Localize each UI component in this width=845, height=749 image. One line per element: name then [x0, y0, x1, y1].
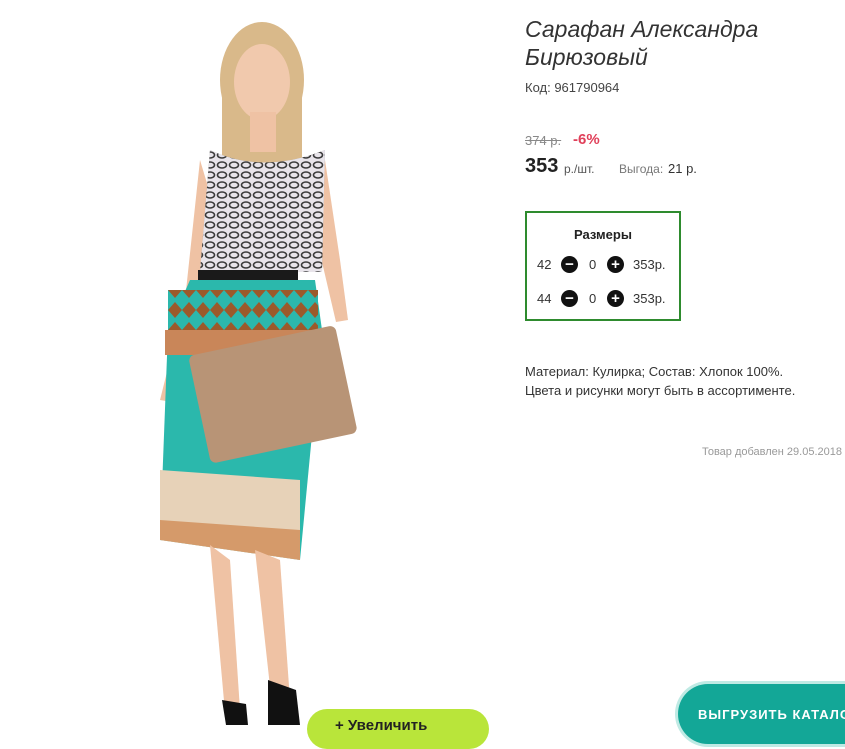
product-photo[interactable]: [0, 0, 510, 725]
size-row: 44 − 0 + 353р.: [527, 288, 679, 310]
export-catalog-button[interactable]: ВЫГРУЗИТЬ КАТАЛОГ: [678, 684, 845, 744]
plus-icon[interactable]: +: [607, 290, 624, 307]
size-label: 44: [537, 291, 552, 306]
size-row: 42 − 0 + 353р.: [527, 254, 679, 276]
sizes-panel: Размеры 42 − 0 + 353р. 44 − 0 + 353р.: [525, 211, 681, 321]
savings-value: 21 р.: [668, 161, 697, 176]
sizes-title: Размеры: [574, 227, 632, 242]
old-price: 374 р.: [525, 133, 562, 148]
minus-icon[interactable]: −: [561, 290, 578, 307]
current-price: 353: [525, 155, 559, 177]
product-code: Код: 961790964: [525, 80, 620, 95]
size-label: 42: [537, 257, 552, 272]
description-note: Цвета и рисунки могут быть в ассортимент…: [525, 383, 796, 398]
discount-badge: -6%: [573, 131, 600, 148]
price-unit: р./шт.: [564, 162, 595, 176]
model-dress-image: [160, 22, 357, 725]
quantity-value: 0: [589, 291, 597, 306]
zoom-button[interactable]: + Увеличить: [307, 709, 489, 749]
description-material: Материал: Кулирка; Состав: Хлопок 100%.: [525, 364, 784, 379]
product-description: Материал: Кулирка; Состав: Хлопок 100%. …: [525, 362, 845, 400]
size-price: 353р.: [633, 257, 666, 272]
product-title: Сарафан Александра Бирюзовый: [525, 16, 759, 70]
quantity-value: 0: [589, 257, 597, 272]
export-catalog-label: ВЫГРУЗИТЬ КАТАЛОГ: [698, 707, 845, 722]
minus-icon[interactable]: −: [561, 256, 578, 273]
savings-label: Выгода:: [619, 162, 664, 176]
plus-icon[interactable]: +: [607, 256, 624, 273]
size-price: 353р.: [633, 291, 666, 306]
added-date: Товар добавлен 29.05.2018: [701, 446, 842, 458]
